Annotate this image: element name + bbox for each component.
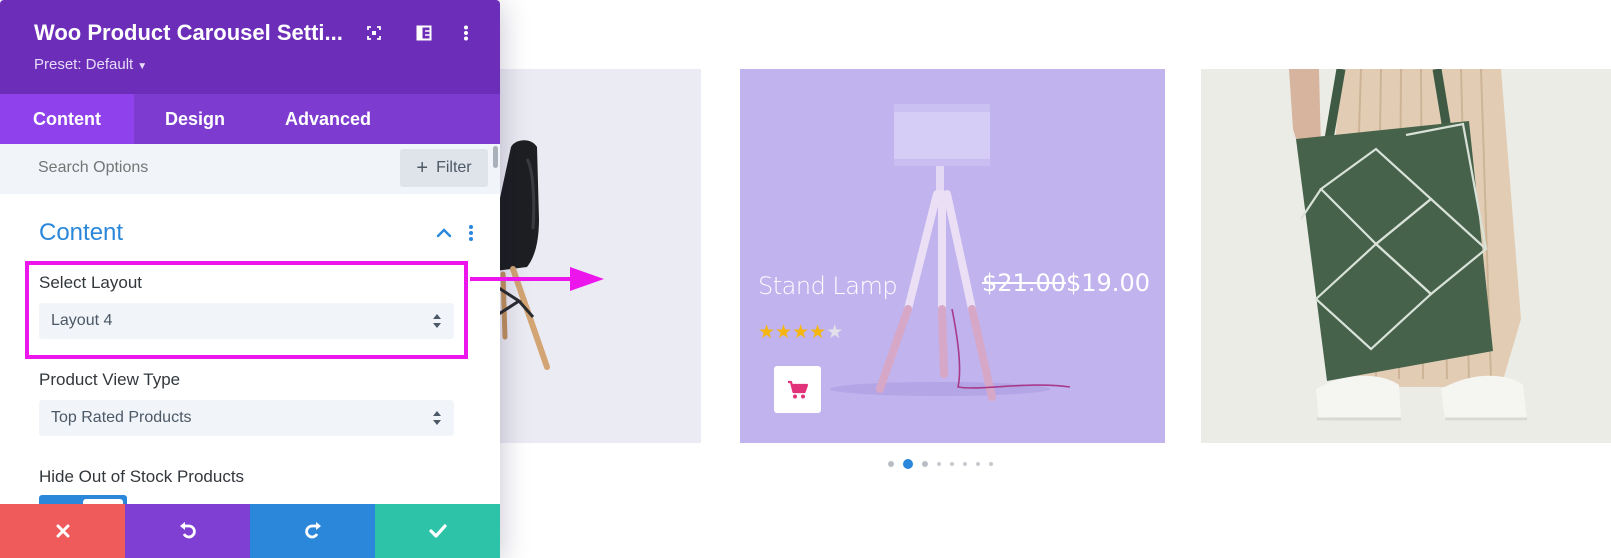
- panel-title: Woo Product Carousel Setti...: [34, 20, 343, 45]
- annotation-arrow-icon: [470, 267, 604, 291]
- tab-advanced[interactable]: Advanced: [256, 94, 400, 144]
- chevron-up-icon[interactable]: [435, 224, 453, 242]
- filter-label: Filter: [436, 159, 472, 176]
- preset-label: Preset: Default: [34, 56, 134, 73]
- plus-icon: +: [416, 157, 429, 179]
- product-rating: ★ ★ ★ ★ ★: [758, 323, 843, 342]
- carousel-dot[interactable]: [888, 461, 894, 467]
- carousel-dot[interactable]: [976, 462, 980, 466]
- star-filled-icon: ★: [758, 322, 776, 343]
- product-name[interactable]: Stand Lamp: [758, 272, 898, 300]
- chair-image: [484, 140, 550, 372]
- product-view-type-value: Top Rated Products: [51, 409, 192, 426]
- undo-button[interactable]: [125, 504, 250, 558]
- panel-header: Woo Product Carousel Setti... Preset: De…: [0, 0, 500, 94]
- redo-button[interactable]: [250, 504, 375, 558]
- product-card-stand-lamp[interactable]: Stand Lamp $21.00 $19.00 ★ ★ ★ ★ ★: [740, 69, 1165, 443]
- panel-footer: [0, 504, 500, 558]
- more-vertical-icon[interactable]: [455, 22, 477, 44]
- carousel-dot[interactable]: [922, 461, 928, 467]
- star-filled-icon: ★: [792, 322, 810, 343]
- tote-bag-image: [1289, 69, 1527, 421]
- page: Stand Lamp $21.00 $19.00 ★ ★ ★ ★ ★ Woo P…: [0, 0, 1611, 558]
- product-view-type-label: Product View Type: [39, 370, 181, 389]
- product-old-price: $21.00: [982, 269, 1066, 297]
- product-view-type-dropdown[interactable]: Top Rated Products: [39, 400, 454, 436]
- close-icon: [56, 524, 69, 538]
- section-more-icon[interactable]: [467, 224, 475, 242]
- undo-icon: [179, 522, 196, 539]
- tab-design[interactable]: Design: [134, 94, 256, 144]
- panel-tabs: Content Design Advanced: [0, 94, 500, 144]
- select-arrows-icon: [433, 411, 441, 425]
- hide-out-of-stock-label: Hide Out of Stock Products: [39, 467, 245, 486]
- sidebar-layout-icon[interactable]: [413, 22, 435, 44]
- caret-down-icon: ▼: [137, 61, 148, 72]
- carousel-dot[interactable]: [903, 459, 913, 469]
- carousel-dot[interactable]: [963, 462, 967, 466]
- discard-button[interactable]: [0, 504, 125, 558]
- product-card-tote-bag[interactable]: [1201, 69, 1611, 443]
- expand-icon[interactable]: [363, 22, 385, 44]
- star-filled-icon: ★: [809, 322, 827, 343]
- star-filled-icon: ★: [775, 322, 793, 343]
- tab-content[interactable]: Content: [0, 94, 134, 144]
- star-empty-icon: ★: [826, 322, 844, 343]
- redo-icon: [304, 522, 321, 539]
- add-to-cart-button[interactable]: [774, 366, 821, 413]
- save-button[interactable]: [375, 504, 500, 558]
- settings-panel: Woo Product Carousel Setti... Preset: De…: [0, 0, 500, 558]
- product-card-chair[interactable]: [475, 69, 701, 443]
- shopping-cart-icon: [787, 380, 808, 398]
- section-title[interactable]: Content: [39, 219, 123, 247]
- carousel-dot[interactable]: [950, 462, 954, 466]
- carousel-dot[interactable]: [937, 462, 941, 466]
- check-icon: [428, 524, 447, 538]
- preset-dropdown[interactable]: Preset: Default ▼: [34, 56, 147, 73]
- search-input[interactable]: [38, 159, 338, 177]
- carousel-dot[interactable]: [989, 462, 993, 466]
- highlight-box: [25, 261, 468, 359]
- product-price: $19.00: [1066, 269, 1150, 297]
- carousel-pagination: [888, 459, 993, 469]
- filter-button[interactable]: + Filter: [400, 149, 488, 187]
- scrollbar[interactable]: [493, 146, 498, 168]
